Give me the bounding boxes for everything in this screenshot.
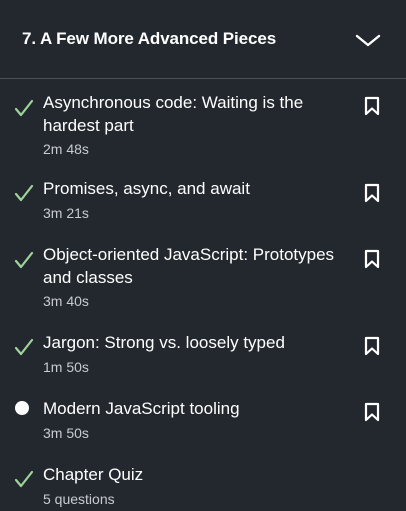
item-duration: 2m 48s <box>43 141 89 157</box>
item-question-count: 5 questions <box>43 491 115 507</box>
chapter-header[interactable]: 7. A Few More Advanced Pieces <box>0 0 406 79</box>
checkmark-icon <box>14 251 34 269</box>
bookmark-icon[interactable] <box>363 402 381 422</box>
bookmark-icon[interactable] <box>363 336 381 356</box>
checkmark-icon <box>14 470 34 488</box>
checkmark-icon <box>14 99 34 117</box>
item-duration: 3m 40s <box>43 293 89 309</box>
item-duration: 3m 50s <box>43 425 89 441</box>
item-duration: 1m 50s <box>43 359 89 375</box>
checkmark-icon <box>14 184 34 202</box>
item-title: Promises, async, and await <box>43 179 250 198</box>
item-title: Jargon: Strong vs. loosely typed <box>43 333 285 352</box>
current-dot-icon <box>15 401 29 415</box>
bookmark-icon[interactable] <box>363 249 381 269</box>
toc-item-jargon[interactable]: Jargon: Strong vs. loosely typed 1m 50s <box>0 331 406 377</box>
bookmark-icon[interactable] <box>363 96 381 116</box>
item-title: Asynchronous code: Waiting is the hardes… <box>43 93 304 135</box>
bookmark-icon[interactable] <box>363 183 381 203</box>
toc-item-modern-javascript-tooling[interactable]: Modern JavaScript tooling 3m 50s <box>0 397 406 443</box>
chevron-down-icon[interactable] <box>353 28 383 52</box>
toc-item-promises[interactable]: Promises, async, and await 3m 21s <box>0 177 406 223</box>
toc-item-asynchronous-code[interactable]: Asynchronous code: Waiting is the hardes… <box>0 90 406 160</box>
item-duration: 3m 21s <box>43 205 89 221</box>
item-title: Object-oriented JavaScript: Prototypes a… <box>43 245 335 287</box>
checkmark-icon <box>14 338 34 356</box>
chapter-title: 7. A Few More Advanced Pieces <box>22 29 277 48</box>
toc-item-chapter-quiz[interactable]: Chapter Quiz 5 questions <box>0 463 406 509</box>
item-title: Modern JavaScript tooling <box>43 399 240 418</box>
item-title: Chapter Quiz <box>43 465 144 484</box>
toc-item-object-oriented-javascript[interactable]: Object-oriented JavaScript: Prototypes a… <box>0 243 406 313</box>
